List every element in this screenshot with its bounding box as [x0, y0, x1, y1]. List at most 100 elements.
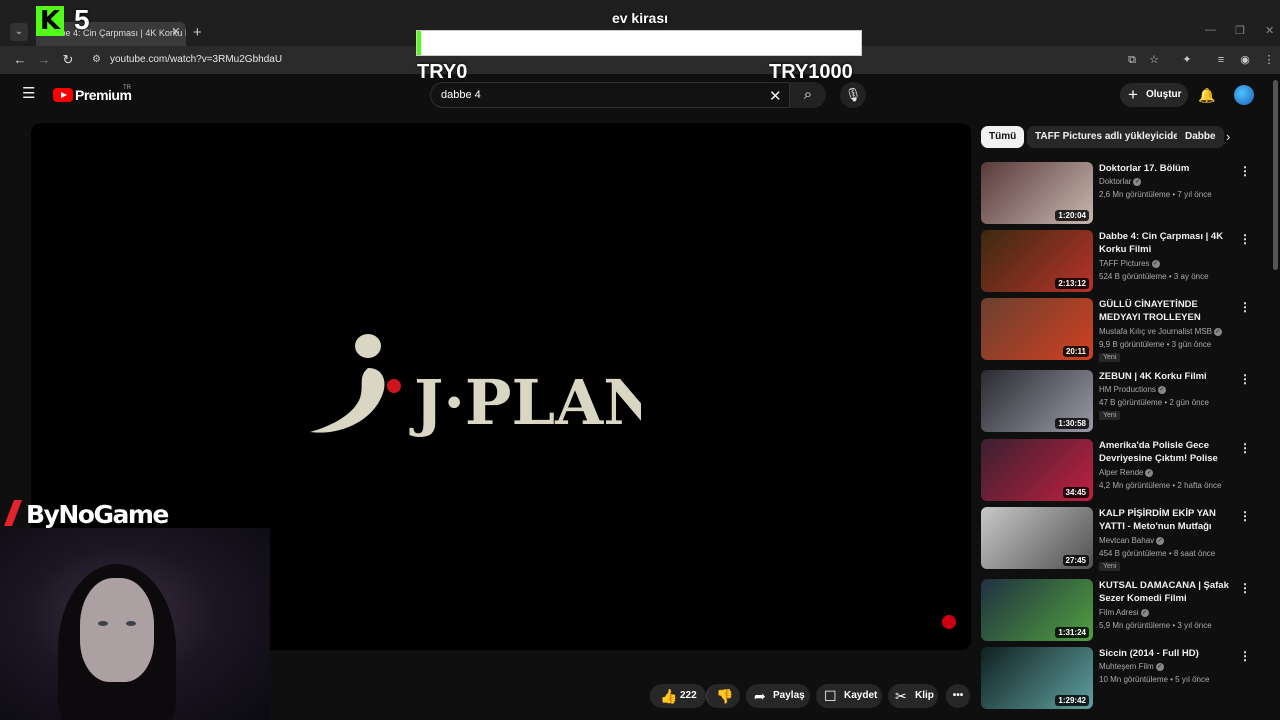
kick-counter: 5 [74, 4, 90, 35]
video-thumbnail[interactable]: 2:13:12 [981, 230, 1093, 292]
search-value[interactable]: dabbe 4 [441, 89, 481, 101]
extensions-icon[interactable]: ✦ [1180, 53, 1194, 67]
channel-name[interactable]: Mustafa Kılıç ve Journalist MSB ✓ [1099, 327, 1222, 336]
new-tab-button[interactable]: + [193, 24, 202, 41]
video-meta: 5,9 Mn görüntüleme • 3 yıl önce [1099, 621, 1212, 630]
clip-button[interactable]: ✂ Klip [888, 684, 938, 708]
chip-dabbe[interactable]: Dabbe [1177, 126, 1224, 148]
thumbs-up-icon: 👍 [660, 688, 678, 704]
site-info-icon[interactable]: ⚙ [92, 54, 104, 66]
recommendation-item[interactable]: 1:29:42 Siccin (2014 - Full HD) Muhteşem F… [981, 647, 1251, 711]
goal-progress-fill [417, 31, 422, 55]
youtube-logo-icon[interactable] [53, 88, 73, 102]
recommendation-item[interactable]: 2:13:12 Dabbe 4: Cin Çarpması | 4K Korku … [981, 230, 1251, 294]
channel-name-text[interactable]: Mustafa Kılıç ve Journalist MSB [1099, 327, 1212, 336]
video-thumbnail[interactable]: 34:45 [981, 439, 1093, 501]
channel-name[interactable]: TAFF Pictures ✓ [1099, 259, 1160, 268]
video-title[interactable]: KUTSAL DAMACANA | Şafak Sezer Komedi Fil… [1099, 579, 1237, 605]
chevron-right-icon[interactable]: › [1226, 129, 1230, 144]
recommendation-item[interactable]: 27:45 KALP PİŞİRDİM EKİP YAN YATTI - Meto… [981, 507, 1251, 571]
verified-check-icon: ✓ [1156, 536, 1165, 545]
video-title[interactable]: Doktorlar 17. Bölüm [1099, 162, 1237, 175]
voice-search-button[interactable]: 🎙 [840, 82, 866, 108]
video-thumbnail[interactable]: 1:29:42 [981, 647, 1093, 709]
video-title[interactable]: GÜLLÜ CİNAYETİNDE MEDYAYI TROLLEYEN KADI… [1099, 298, 1237, 325]
search-input[interactable]: dabbe 4 ✕ [430, 82, 790, 108]
avatar[interactable] [1234, 85, 1254, 105]
tab-close-icon[interactable]: ✕ [170, 26, 182, 38]
create-button[interactable]: + Oluştur [1120, 83, 1188, 107]
duration-badge: 1:20:04 [1055, 210, 1089, 221]
video-meta: 47 B görüntüleme • 2 gün önce [1099, 398, 1209, 407]
hamburger-menu-icon[interactable]: ☰ [22, 86, 36, 101]
install-app-icon[interactable]: ⧉ [1125, 53, 1139, 67]
channel-name[interactable]: Muhteşem Film ✓ [1099, 662, 1164, 671]
recommendation-item[interactable]: 1:30:58 ZEBUN | 4K Korku Filmi HM Producti… [981, 370, 1251, 434]
dislike-button[interactable]: 👎 [706, 684, 740, 708]
address-bar[interactable]: ⚙ youtube.com/watch?v=3RMu2GbhdaU [84, 49, 414, 71]
duration-badge: 20:11 [1062, 346, 1089, 357]
profile-icon[interactable]: ◉ [1238, 53, 1252, 67]
channel-name[interactable]: Mevtcan Bahav ✓ [1099, 536, 1165, 545]
channel-name-text[interactable]: Muhteşem Film [1099, 662, 1154, 671]
video-title[interactable]: KALP PİŞİRDİM EKİP YAN YATTI - Meto'nun … [1099, 507, 1237, 533]
media-control-icon[interactable]: ≡ [1214, 53, 1228, 67]
forward-icon[interactable]: → [36, 52, 52, 68]
channel-name-text[interactable]: Mevtcan Bahav [1099, 536, 1154, 545]
like-button[interactable]: 👍 222 [650, 684, 706, 708]
bookmark-star-icon[interactable]: ☆ [1147, 53, 1161, 67]
reload-icon[interactable]: ↻ [60, 52, 76, 68]
search-button[interactable]: ⌕ [790, 82, 826, 108]
browser-menu-icon[interactable]: ⋮ [1262, 53, 1276, 67]
more-vertical-icon[interactable]: ⋮ [1239, 581, 1251, 595]
video-title[interactable]: Dabbe 4: Cin Çarpması | 4K Korku Filmi [1099, 230, 1237, 256]
video-title[interactable]: Amerika'da Polisle Gece Devriyesine Çıkt… [1099, 439, 1237, 466]
jplan-wordmark: J·PLAN [409, 366, 641, 439]
chip-all[interactable]: Tümü [981, 126, 1025, 148]
channel-name-text[interactable]: Alper Rende [1099, 468, 1143, 477]
recommendation-item[interactable]: 34:45 Amerika'da Polisle Gece Devriyesine… [981, 439, 1251, 503]
tab-search-button[interactable]: ⌄ [10, 23, 28, 41]
channel-name-text[interactable]: HM Productions [1099, 385, 1156, 394]
more-vertical-icon[interactable]: ⋮ [1239, 164, 1251, 178]
scrollbar[interactable] [1273, 80, 1278, 270]
channel-name-text[interactable]: Film Adresi [1099, 608, 1139, 617]
channel-name-text[interactable]: TAFF Pictures [1099, 259, 1150, 268]
channel-name[interactable]: HM Productions ✓ [1099, 385, 1166, 394]
share-icon: ➦ [754, 688, 766, 704]
more-vertical-icon[interactable]: ⋮ [1239, 232, 1251, 246]
url-text[interactable]: youtube.com/watch?v=3RMu2GbhdaU [110, 54, 282, 65]
notifications-bell-icon[interactable]: 🔔 [1198, 87, 1215, 104]
more-vertical-icon[interactable]: ⋮ [1239, 372, 1251, 386]
video-thumbnail[interactable]: 1:31:24 [981, 579, 1093, 641]
recommendation-item[interactable]: 1:20:04 Doktorlar 17. Bölüm Doktorlar ✓ 2,6 … [981, 162, 1251, 226]
more-vertical-icon[interactable]: ⋮ [1239, 509, 1251, 523]
recommendation-item[interactable]: 1:31:24 KUTSAL DAMACANA | Şafak Sezer Kom… [981, 579, 1251, 643]
share-button[interactable]: ➦ Paylaş [746, 684, 810, 708]
video-thumbnail[interactable]: 1:30:58 [981, 370, 1093, 432]
channel-name[interactable]: Film Adresi ✓ [1099, 608, 1149, 617]
video-thumbnail[interactable]: 27:45 [981, 507, 1093, 569]
restore-icon[interactable]: ❐ [1235, 24, 1245, 37]
channel-name[interactable]: Alper Rende ✓ [1099, 468, 1154, 477]
back-icon[interactable]: ← [12, 52, 28, 68]
more-vertical-icon[interactable]: ⋮ [1239, 300, 1251, 314]
channel-name-text[interactable]: Doktorlar [1099, 177, 1131, 186]
more-vertical-icon[interactable]: ⋮ [1239, 441, 1251, 455]
minimize-icon[interactable]: — [1205, 24, 1216, 36]
goal-title: ev kirası [611, 10, 669, 26]
save-button[interactable]: ☐ Kaydet [816, 684, 882, 708]
video-thumbnail[interactable]: 1:20:04 [981, 162, 1093, 224]
clear-search-icon[interactable]: ✕ [769, 87, 782, 105]
video-title[interactable]: ZEBUN | 4K Korku Filmi [1099, 370, 1237, 383]
video-title[interactable]: Siccin (2014 - Full HD) [1099, 647, 1237, 660]
more-vertical-icon[interactable]: ⋮ [1239, 649, 1251, 663]
more-actions-button[interactable]: ••• [946, 684, 970, 708]
verified-check-icon: ✓ [1145, 468, 1154, 477]
recommendation-item[interactable]: 20:11 GÜLLÜ CİNAYETİNDE MEDYAYI TROLLEYEN… [981, 298, 1251, 362]
channel-name[interactable]: Doktorlar ✓ [1099, 177, 1142, 186]
chip-taff-pictures[interactable]: TAFF Pictures adlı yükleyiciden [1027, 126, 1193, 148]
window-close-icon[interactable]: ✕ [1265, 24, 1274, 37]
video-thumbnail[interactable]: 20:11 [981, 298, 1093, 360]
goal-max-label: TRY1000 [769, 61, 853, 83]
